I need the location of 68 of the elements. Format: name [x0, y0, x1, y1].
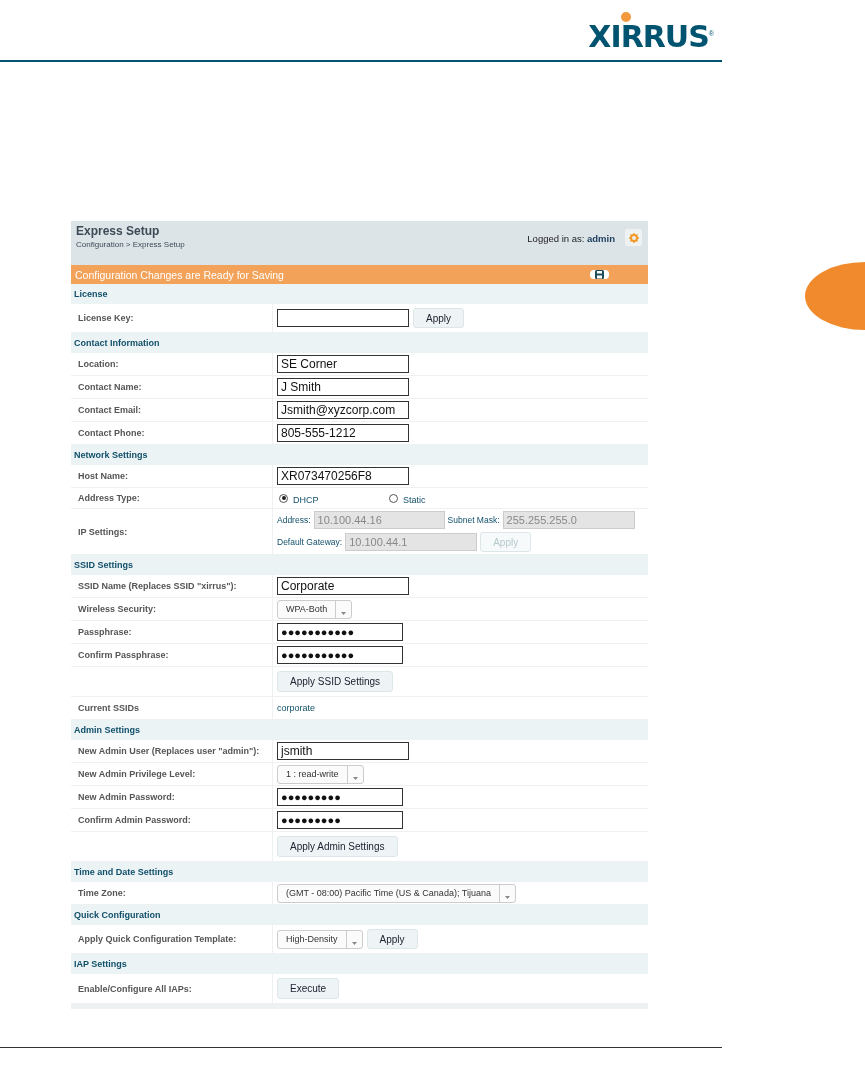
field-label: Contact Email: [78, 405, 141, 415]
input-field[interactable]: J Smith [277, 378, 409, 396]
section-header: Quick Configuration [71, 905, 648, 925]
field-label: SSID Name (Replaces SSID "xirrus"): [78, 581, 237, 591]
field-label: License Key: [78, 313, 134, 323]
field-label: Contact Name: [78, 382, 142, 392]
section-header: SSID Settings [71, 555, 648, 575]
caret-icon [352, 776, 358, 780]
section-header: Admin Settings [71, 720, 648, 740]
field-label: Host Name: [78, 471, 128, 481]
field-value: corporate [277, 703, 316, 713]
input-field[interactable]: Corporate [277, 577, 409, 595]
input-field[interactable]: jsmith [277, 742, 409, 760]
field-label: New Admin Privilege Level: [78, 769, 196, 779]
field-label: Wireless Security: [78, 604, 156, 614]
field-label: Passphrase: [78, 627, 132, 637]
caret-icon [351, 941, 357, 945]
apply-button[interactable]: Apply [413, 308, 464, 328]
logged-in-label: Logged in as: admin [527, 233, 615, 244]
input-field[interactable] [277, 309, 409, 327]
apply-button[interactable]: Apply SSID Settings [277, 671, 394, 692]
field-label: Enable/Configure All IAPs: [78, 983, 192, 994]
dropdown[interactable]: High-Density [277, 929, 363, 949]
radio-button[interactable] [389, 493, 398, 503]
apply-button[interactable]: Apply Admin Settings [277, 836, 398, 857]
input-field[interactable]: ●●●●●●●●●●● [277, 646, 403, 664]
radio-label: Static [403, 495, 426, 505]
input-field[interactable]: 805-555-1212 [277, 424, 409, 442]
field-label: Address: [277, 515, 311, 525]
apply-button[interactable]: Execute [277, 978, 340, 999]
dropdown[interactable]: WPA-Both [277, 599, 353, 619]
caret-icon [341, 611, 347, 615]
input-field[interactable]: ●●●●●●●●● [277, 788, 403, 806]
banner-text: Configuration Changes are Ready for Saving [74, 268, 284, 281]
radio-button[interactable] [279, 493, 288, 503]
gear-icon [628, 232, 639, 243]
dot-icon [621, 12, 631, 22]
field-label: Apply Quick Configuration Template: [78, 934, 237, 944]
section-header: Time and Date Settings [71, 862, 648, 882]
section-header: License [71, 284, 648, 304]
dropdown[interactable]: (GMT - 08:00) Pacific Time (US & Canada); Tijuana [277, 883, 516, 903]
input-field[interactable]: ●●●●●●●●●●● [277, 623, 403, 641]
apply-button[interactable]: Apply [366, 929, 418, 949]
save-button[interactable] [590, 270, 609, 279]
section-header: Network Settings [71, 445, 648, 465]
breadcrumb: Configuration > Express Setup [76, 240, 185, 249]
field-label: Contact Phone: [78, 428, 145, 438]
field-label: Confirm Admin Password: [78, 815, 191, 825]
input-field[interactable]: SE Corner [277, 355, 409, 373]
section-header: Contact Information [71, 333, 648, 353]
page-title: Express Setup [76, 224, 161, 238]
field-label: New Admin User (Replaces user "admin"): [78, 746, 260, 756]
radio-label: DHCP [293, 495, 319, 505]
field-label: Confirm Passphrase: [78, 650, 169, 660]
input-field[interactable]: Jsmith@xyzcorp.com [277, 401, 409, 419]
field-label: IP Settings: [78, 526, 128, 537]
input-field[interactable]: XR073470256F8 [277, 467, 409, 485]
field-label: Location: [78, 359, 119, 369]
field-label: Current SSIDs [78, 703, 139, 713]
field-label: Time Zone: [78, 888, 126, 898]
input-field[interactable]: ●●●●●●●●● [277, 811, 403, 829]
field-label: Default Gateway: [277, 537, 343, 547]
dropdown[interactable]: 1 : read-write [277, 764, 364, 784]
field-label: Address Type: [78, 493, 140, 503]
field-label: Subnet Mask: [447, 515, 500, 525]
section-header: IAP Settings [71, 954, 648, 974]
field-label: New Admin Password: [78, 792, 175, 802]
caret-icon [504, 895, 510, 899]
